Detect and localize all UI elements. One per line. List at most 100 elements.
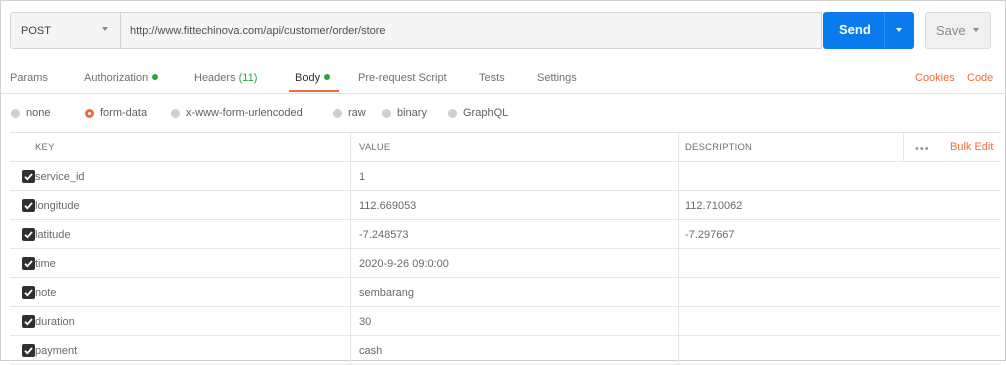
column-divider [678, 249, 679, 277]
column-divider [678, 220, 679, 248]
row-key[interactable]: service_id [35, 162, 85, 191]
table-header-row: KEY VALUE DESCRIPTION ••• Bulk Edit [10, 133, 1001, 162]
checkmark-icon [24, 289, 33, 297]
table-row: service_id 1 [10, 162, 1001, 191]
table-row: latitude -7.248573 -7.297667 [10, 220, 1001, 249]
header-description: DESCRIPTION [685, 142, 753, 153]
table-row: time 2020-9-26 09:0:00 [10, 249, 1001, 278]
save-button[interactable]: Save [925, 12, 991, 49]
status-dot-icon [152, 74, 159, 80]
row-checkbox[interactable] [22, 344, 35, 357]
form-data-table: KEY VALUE DESCRIPTION ••• Bulk Edit serv… [10, 132, 1001, 365]
row-checkbox[interactable] [22, 315, 35, 328]
checkmark-icon [24, 318, 33, 326]
radio-icon [382, 108, 391, 118]
radio-label: none [26, 107, 51, 119]
row-value[interactable]: 2020-9-26 09:0:00 [359, 249, 449, 278]
row-key[interactable]: duration [35, 307, 75, 336]
checkmark-icon [24, 202, 33, 210]
row-key[interactable]: latitude [35, 220, 70, 249]
save-options-chevron-icon[interactable] [973, 28, 979, 32]
radio-selected-icon [85, 108, 94, 118]
row-checkbox[interactable] [22, 170, 35, 183]
send-label: Send [839, 22, 871, 37]
tab-label: Body [295, 72, 321, 84]
column-divider [350, 249, 351, 277]
column-divider [678, 133, 679, 161]
column-divider [350, 162, 351, 190]
tab-headers[interactable]: Headers (11) [194, 72, 257, 84]
row-key[interactable]: longitude [35, 191, 80, 220]
radio-none[interactable]: none [11, 107, 50, 119]
row-checkbox[interactable] [22, 257, 35, 270]
tab-label: Pre-request Script [358, 72, 447, 84]
row-description[interactable]: -7.297667 [685, 220, 735, 249]
row-key[interactable]: note [35, 278, 56, 307]
radio-label: x-www-form-urlencoded [186, 107, 303, 119]
row-checkbox[interactable] [22, 199, 35, 212]
header-value: VALUE [359, 142, 391, 153]
column-divider [678, 278, 679, 306]
checkmark-icon [24, 347, 33, 355]
cookies-link[interactable]: Cookies [915, 72, 955, 84]
tabs-divider [1, 93, 1005, 94]
tab-pre-request-script[interactable]: Pre-request Script [358, 72, 447, 84]
row-value[interactable]: 112.669053 [359, 191, 416, 220]
checkmark-icon [24, 231, 33, 239]
tab-authorization[interactable]: Authorization [84, 72, 159, 84]
column-divider [350, 191, 351, 219]
tab-label: Authorization [84, 72, 149, 84]
row-value[interactable]: 30 [359, 307, 371, 336]
row-description[interactable]: 112.710062 [685, 191, 742, 220]
send-button[interactable]: Send [823, 12, 914, 49]
radio-x-www-form-urlencoded[interactable]: x-www-form-urlencoded [171, 107, 303, 119]
more-options-icon[interactable]: ••• [915, 143, 930, 155]
row-checkbox[interactable] [22, 228, 35, 241]
row-value[interactable]: -7.248573 [359, 220, 409, 249]
column-divider [350, 220, 351, 248]
row-value[interactable]: 1 [359, 162, 365, 191]
radio-label: raw [348, 107, 366, 119]
table-row: note sembarang [10, 278, 1001, 307]
radio-binary[interactable]: binary [382, 107, 427, 119]
send-options-chevron-icon[interactable] [896, 28, 902, 32]
url-text: http://www.fittechinova.com/api/customer… [130, 24, 386, 37]
table-row: longitude 112.669053 112.710062 [10, 191, 1001, 220]
radio-graphql[interactable]: GraphQL [448, 107, 508, 119]
tab-body[interactable]: Body [295, 72, 331, 84]
tab-params[interactable]: Params [10, 72, 48, 84]
radio-form-data[interactable]: form-data [85, 107, 147, 119]
radio-raw[interactable]: raw [333, 107, 366, 119]
request-tabs: Params Authorization Headers (11) Body P… [10, 63, 996, 93]
checkmark-icon [24, 173, 33, 181]
radio-label: binary [397, 107, 427, 119]
column-divider [678, 162, 679, 190]
column-divider [350, 278, 351, 306]
row-value[interactable]: sembarang [359, 278, 414, 307]
status-dot-icon [324, 74, 331, 80]
checkmark-icon [24, 260, 33, 268]
column-divider [350, 336, 351, 364]
column-divider [678, 191, 679, 219]
method-select[interactable]: POST [10, 12, 121, 49]
send-divider [884, 12, 885, 49]
header-key: KEY [35, 142, 55, 153]
url-input[interactable]: http://www.fittechinova.com/api/customer… [120, 12, 822, 49]
tab-settings[interactable]: Settings [537, 72, 577, 84]
radio-label: GraphQL [463, 107, 509, 119]
request-bar: POST http://www.fittechinova.com/api/cus… [10, 12, 996, 49]
postman-request-panel: POST http://www.fittechinova.com/api/cus… [0, 0, 1006, 365]
tab-tests[interactable]: Tests [479, 72, 505, 84]
tab-label: Headers [194, 72, 236, 84]
save-label: Save [936, 23, 966, 38]
column-divider [678, 307, 679, 335]
column-divider [350, 133, 351, 161]
code-link[interactable]: Code [967, 72, 993, 84]
tab-label: Settings [537, 72, 577, 84]
bulk-edit-link[interactable]: Bulk Edit [950, 141, 993, 153]
tab-count: (11) [238, 72, 258, 84]
column-divider [678, 336, 679, 364]
row-key[interactable]: time [35, 249, 56, 278]
row-checkbox[interactable] [22, 286, 35, 299]
radio-label: form-data [100, 107, 148, 119]
